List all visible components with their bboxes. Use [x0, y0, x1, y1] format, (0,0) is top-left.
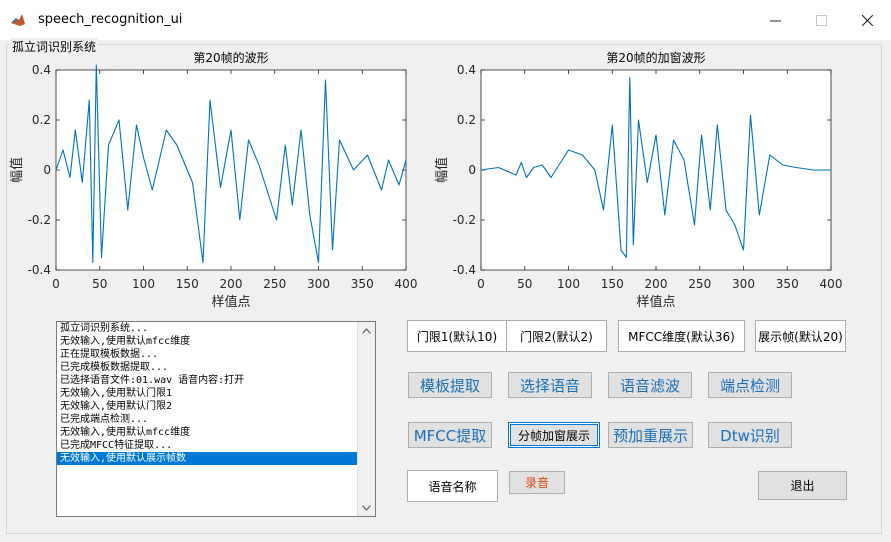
threshold2-input[interactable]: 门限2(默认2) [506, 320, 607, 352]
x-axis-label: 样值点 [636, 294, 675, 310]
chevron-down-icon [362, 504, 371, 511]
x-tick-label: 150 [176, 277, 199, 291]
log-line[interactable]: 无效输入,使用默认门限2 [57, 400, 359, 413]
voice-name-input[interactable]: 语音名称 [407, 470, 498, 502]
plot-title: 第20帧的加窗波形 [606, 50, 705, 65]
mfcc-dim-input[interactable]: MFCC维度(默认36) [618, 320, 745, 352]
preemphasis-button[interactable]: 预加重展示 [608, 422, 693, 448]
plots-area: 0 50 100 150 200 250 300 350 400 -0.4 -0.2 0 0.2 0.4 第… [9, 50, 843, 310]
voice-filter-button[interactable]: 语音滤波 [608, 372, 692, 398]
scroll-up-arrow[interactable] [358, 322, 375, 339]
y-tick-label: -0.2 [453, 213, 476, 227]
x-tick-label: 100 [557, 277, 580, 291]
y-tick-label: 0.4 [457, 63, 476, 77]
chevron-up-icon [362, 327, 371, 334]
y-tick-label: 0.4 [32, 63, 51, 77]
threshold1-input[interactable]: 门限1(默认10) [407, 320, 507, 352]
x-tick-label: 300 [307, 277, 330, 291]
x-tick-label: 400 [395, 277, 418, 291]
log-line[interactable]: 无效输入,使用默认mfcc维度 [57, 426, 359, 439]
log-line[interactable]: 无效输入,使用默认展示帧数 [57, 452, 359, 465]
x-tick-label: 0 [477, 277, 485, 291]
template-extract-button[interactable]: 模板提取 [408, 372, 492, 398]
record-button[interactable]: 录音 [509, 471, 565, 494]
log-line[interactable]: 已完成MFCC特征提取... [57, 439, 359, 452]
log-scrollbar[interactable] [357, 322, 375, 516]
x-tick-label: 200 [220, 277, 243, 291]
y-tick-label: -0.4 [28, 263, 51, 277]
plot-title: 第20帧的波形 [193, 50, 268, 65]
exit-button[interactable]: 退出 [758, 471, 847, 500]
y-axis-label: 幅值 [9, 157, 25, 183]
x-axis-label: 样值点 [211, 294, 250, 310]
log-line[interactable]: 无效输入,使用默认门限1 [57, 387, 359, 400]
log-lines: 孤立词识别系统... 无效输入,使用默认mfcc维度 正在提取模板数据... 已完成模… [57, 322, 359, 465]
x-tick-label: 100 [132, 277, 155, 291]
log-line[interactable]: 孤立词识别系统... [57, 322, 359, 335]
x-tick-label: 300 [732, 277, 755, 291]
x-tick-label: 200 [645, 277, 668, 291]
x-tick-label: 50 [92, 277, 107, 291]
x-tick-label: 0 [52, 277, 60, 291]
x-tick-label: 250 [263, 277, 286, 291]
y-tick-label: 0 [43, 163, 51, 177]
y-axis-label: 幅值 [434, 157, 450, 183]
x-tick-label: 400 [820, 277, 843, 291]
y-tick-label: 0.2 [457, 113, 476, 127]
log-line[interactable]: 已完成模板数据提取... [57, 361, 359, 374]
log-line[interactable]: 已完成端点检测... [57, 413, 359, 426]
mfcc-extract-button[interactable]: MFCC提取 [408, 422, 492, 448]
x-tick-label: 50 [517, 277, 532, 291]
x-tick-label: 350 [776, 277, 799, 291]
x-tick-label: 250 [688, 277, 711, 291]
y-tick-label: -0.2 [28, 213, 51, 227]
x-tick-label: 350 [351, 277, 374, 291]
log-line[interactable]: 正在提取模板数据... [57, 348, 359, 361]
y-tick-label: 0.2 [32, 113, 51, 127]
dtw-button[interactable]: Dtw识别 [708, 422, 792, 448]
log-line[interactable]: 已选择语音文件:01.wav 语音内容:打开 [57, 374, 359, 387]
plot-axes-box [480, 69, 832, 271]
frame-input[interactable]: 展示帧(默认20) [755, 320, 846, 352]
endpoint-detect-button[interactable]: 端点检测 [708, 372, 792, 398]
y-tick-label: -0.4 [453, 263, 476, 277]
y-tick-label: 0 [468, 163, 476, 177]
scroll-down-arrow[interactable] [358, 499, 375, 516]
select-voice-button[interactable]: 选择语音 [508, 372, 592, 398]
x-tick-label: 150 [601, 277, 624, 291]
frame-window-button[interactable]: 分帧加窗展示 [508, 422, 600, 448]
log-listbox[interactable]: 孤立词识别系统... 无效输入,使用默认mfcc维度 正在提取模板数据... 已完成模… [56, 321, 376, 517]
log-line[interactable]: 无效输入,使用默认mfcc维度 [57, 335, 359, 348]
